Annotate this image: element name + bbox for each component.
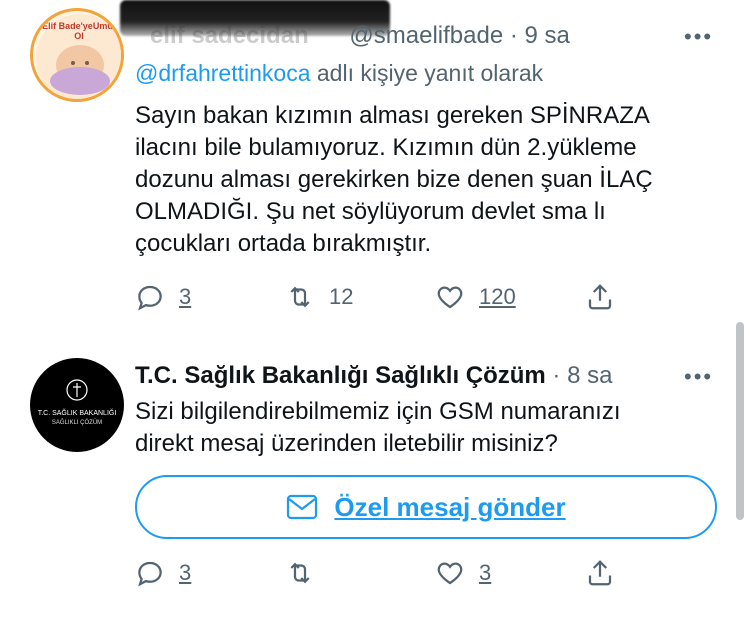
timestamp[interactable]: 9 sa [525, 22, 570, 49]
separator: · [503, 22, 525, 49]
retweet-icon [290, 286, 310, 308]
reply-count: 3 [179, 560, 192, 585]
retweet-icon [290, 562, 310, 584]
more-icon[interactable]: ••• [684, 24, 713, 50]
tweet-header: elif sadecidan @smaelifbade · 9 sa [150, 22, 570, 50]
like-count: 3 [479, 560, 492, 585]
timestamp[interactable]: 8 sa [567, 362, 612, 389]
avatar[interactable]: Elif Bade'yeUmut Ol [30, 8, 124, 102]
share-icon [588, 284, 612, 310]
retweet-count: 12 [329, 284, 354, 309]
avatar-line-1: T.C. SAĞLIK BAKANLIĞI [37, 410, 117, 417]
like-button[interactable]: 3 [435, 558, 491, 588]
share-button[interactable] [585, 558, 615, 588]
display-name[interactable]: T.C. Sağlık Bakanlığı Sağlıklı Çözüm [135, 362, 546, 389]
reply-count: 3 [179, 284, 192, 309]
reply-button[interactable]: 3 [135, 558, 191, 588]
reply-context-text: adlı kişiye yanıt olarak [310, 60, 544, 86]
like-icon [437, 562, 463, 585]
tweet-header: T.C. Sağlık Bakanlığı Sağlıklı Çözüm · 8… [135, 362, 612, 390]
action-bar: 3 3 [135, 558, 725, 598]
tweet-text: Sayın bakan kızımın alması gereken SPİNR… [135, 102, 653, 257]
tweet-1[interactable]: Elif Bade'yeUmut Ol elif sadecidan @smae… [0, 0, 750, 330]
reply-icon [138, 561, 162, 587]
direct-message-label: Özel mesaj gönder [334, 491, 566, 522]
mail-icon [287, 494, 318, 520]
like-icon [437, 286, 463, 309]
retweet-button[interactable] [285, 558, 315, 588]
display-name[interactable]: elif sadecidan [150, 22, 309, 49]
direct-message-button[interactable]: Özel mesaj gönder [135, 475, 717, 539]
ministry-logo-icon [66, 379, 88, 401]
mention-link[interactable]: @drfahrettinkoca [135, 60, 311, 86]
retweet-button[interactable]: 12 [285, 282, 353, 312]
like-count: 120 [479, 284, 516, 309]
separator: · [545, 362, 568, 389]
avatar-line-2: SAĞLIKLI ÇÖZÜM [51, 420, 103, 426]
more-icon[interactable]: ••• [684, 364, 713, 390]
like-button[interactable]: 120 [435, 282, 516, 312]
action-bar: 3 12 120 [135, 282, 725, 322]
handle[interactable]: @smaelifbade [349, 22, 503, 49]
avatar[interactable]: T.C. SAĞLIK BAKANLIĞI SAĞLIKLI ÇÖZÜM [30, 358, 124, 452]
avatar-caption: Elif Bade'yeUmut Ol [42, 21, 116, 41]
reply-button[interactable]: 3 [135, 282, 191, 312]
reply-context: @drfahrettinkoca adlı kişiye yanıt olara… [135, 60, 543, 87]
tweet-text: Sizi bilgilendirebilmemiz için GSM numar… [135, 398, 621, 457]
reply-icon [138, 285, 162, 311]
share-button[interactable] [585, 282, 615, 312]
share-icon [588, 560, 612, 586]
